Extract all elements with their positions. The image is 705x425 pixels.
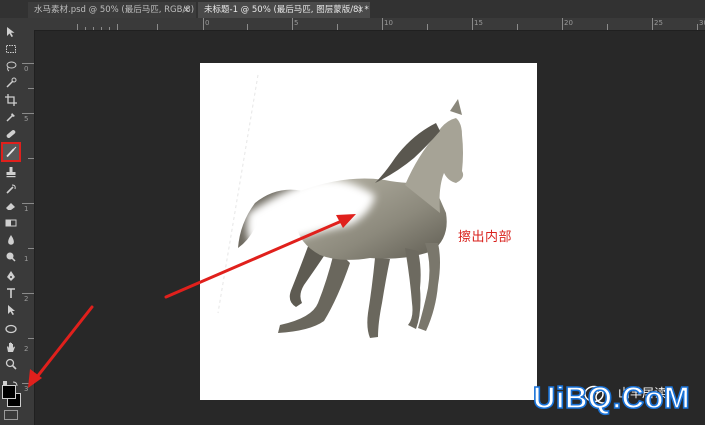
arrow-to-swatches bbox=[31, 305, 94, 384]
watermark-logo: UiBQ.CoM bbox=[532, 379, 691, 416]
arrow-to-horse bbox=[164, 218, 346, 299]
annotation-arrows bbox=[28, 214, 356, 388]
